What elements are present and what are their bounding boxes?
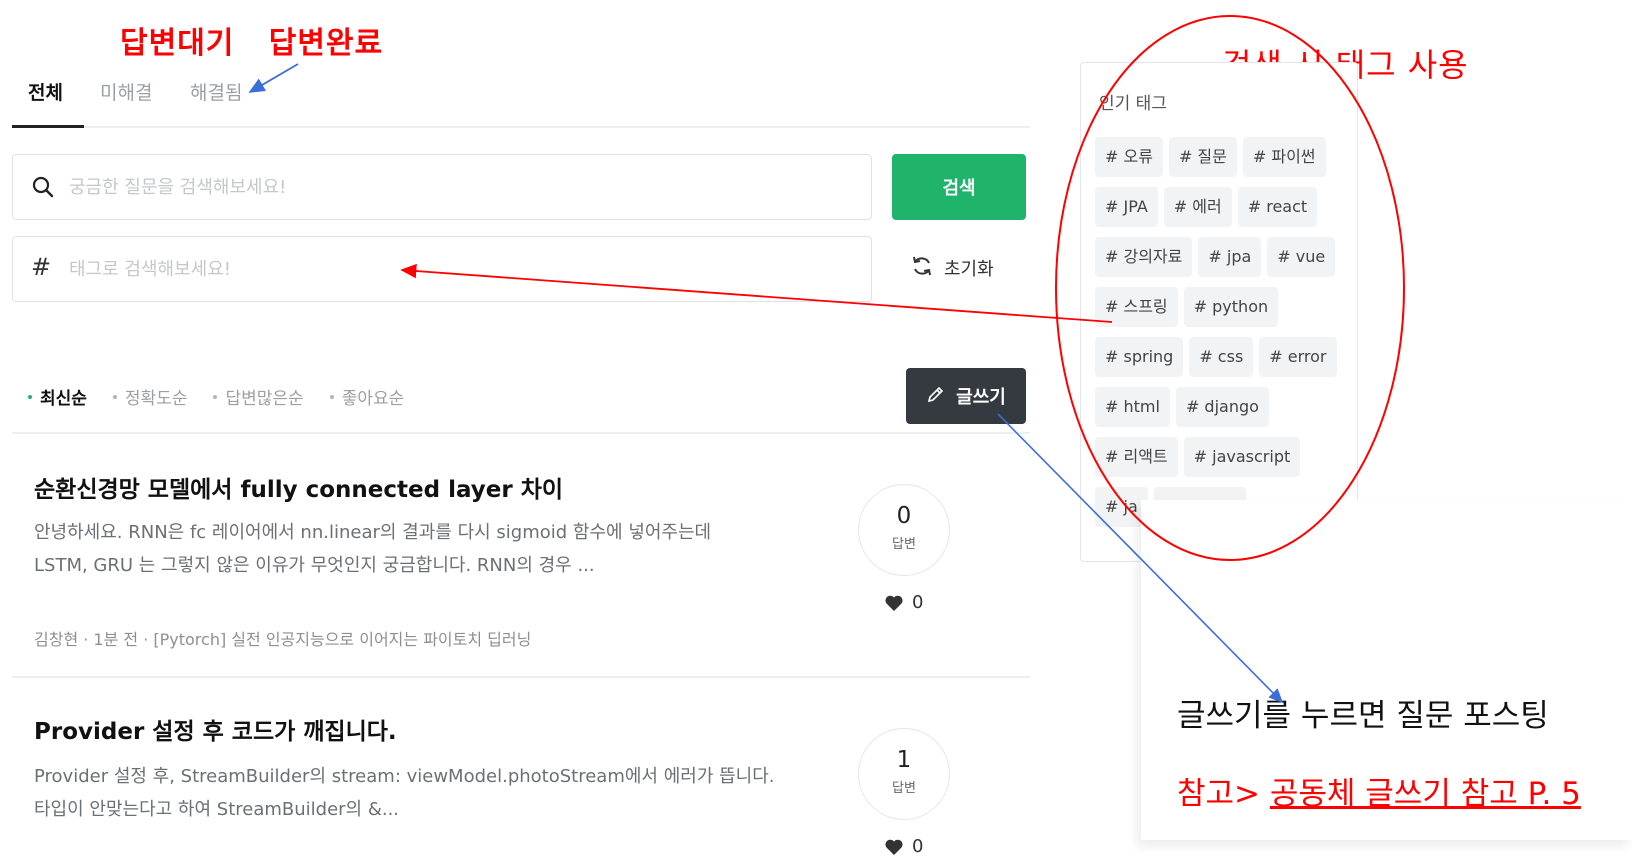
answer-label: 답변 xyxy=(892,537,916,552)
tag-search-input[interactable] xyxy=(69,251,829,287)
heart-icon xyxy=(885,839,903,855)
tag-chip[interactable]: # 질문 xyxy=(1168,137,1237,177)
popular-tags-title: 인기 태그 xyxy=(1099,94,1167,114)
callout-reference: 참고> 공동체 글쓰기 참고 P. 5 xyxy=(1177,768,1581,813)
active-tab-indicator xyxy=(12,125,84,128)
tag-chip[interactable]: # 에러 xyxy=(1163,187,1232,227)
hash-icon: # xyxy=(31,253,52,281)
bullet-dot xyxy=(112,394,117,399)
like-number: 0 xyxy=(912,836,924,857)
question-title[interactable]: 순환신경망 모델에서 fully connected layer 차이 xyxy=(34,470,563,504)
reset-button[interactable]: 초기화 xyxy=(910,252,994,284)
like-number: 0 xyxy=(912,592,924,613)
sort-accuracy[interactable]: 정확도순 xyxy=(112,384,188,409)
like-count: 0 xyxy=(884,836,923,857)
tag-chip[interactable]: # ja xyxy=(1095,487,1148,527)
question-meta: 김창현 · 1분 전 · [Pytorch] 실전 인공지능으로 이어지는 파이… xyxy=(34,630,532,649)
sort-latest[interactable]: 최신순 xyxy=(28,384,87,409)
search-icon xyxy=(31,173,57,201)
list-divider xyxy=(12,432,1030,434)
tag-chip[interactable]: # react xyxy=(1237,187,1318,227)
callout-text: 글쓰기를 누르면 질문 포스팅 xyxy=(1177,698,1549,734)
tag-chip[interactable]: # 강의자료 xyxy=(1095,237,1193,277)
tag-chip[interactable]: # django xyxy=(1175,387,1269,427)
reference-link[interactable]: 공동체 글쓰기 참고 P. 5 xyxy=(1270,776,1581,812)
tag-search-field: # xyxy=(12,236,872,302)
tag-chip[interactable]: # python xyxy=(1183,287,1279,327)
write-button[interactable]: 글쓰기 xyxy=(906,368,1026,424)
excerpt-line: 안녕하세요. RNN은 fc 레이어에서 nn.linear의 결과를 다시 s… xyxy=(34,522,712,543)
answer-count: 0 xyxy=(896,503,912,529)
question-title[interactable]: Provider 설정 후 코드가 깨집니다. xyxy=(34,712,397,746)
excerpt-line: Provider 설정 후, StreamBuilder의 stream: vi… xyxy=(34,766,775,787)
sort-most-likes[interactable]: 좋아요순 xyxy=(329,384,405,409)
sort-options: 최신순 정확도순 답변많은순 좋아요순 xyxy=(28,384,404,409)
tag-chip[interactable]: # 파이썬 xyxy=(1242,137,1326,177)
tag-chip[interactable]: # javascript xyxy=(1183,437,1301,477)
tag-chip[interactable]: # html xyxy=(1095,387,1170,427)
tab-resolved[interactable]: 해결됨 xyxy=(190,78,242,105)
status-tabs: 전체 미해결 해결됨 xyxy=(12,72,1030,128)
bullet-dot xyxy=(28,394,32,399)
answer-count-badge: 0 답변 xyxy=(858,484,950,576)
tag-list: # 오류 # 질문 # 파이썬 # JPA # 에러 # react # 강의자… xyxy=(1095,137,1345,527)
reference-prefix: 참고> xyxy=(1177,776,1270,812)
tab-unresolved[interactable]: 미해결 xyxy=(100,78,152,105)
question-excerpt: Provider 설정 후, StreamBuilder의 stream: vi… xyxy=(34,760,814,826)
search-button[interactable]: 검색 xyxy=(892,154,1026,220)
reset-label: 초기화 xyxy=(944,259,994,280)
tag-chip[interactable]: # 스프링 xyxy=(1095,287,1178,327)
sort-label: 최신순 xyxy=(40,389,87,409)
tag-chip[interactable]: # error xyxy=(1259,337,1337,377)
sort-most-answers[interactable]: 답변많은순 xyxy=(213,384,304,409)
tag-chip[interactable]: # vue xyxy=(1267,237,1336,277)
sort-label: 정확도순 xyxy=(124,389,188,409)
bullet-dot xyxy=(213,394,218,399)
write-label: 글쓰기 xyxy=(956,387,1006,408)
tag-chip[interactable]: # jpa xyxy=(1198,237,1262,277)
question-search-input[interactable] xyxy=(69,169,829,205)
pencil-icon xyxy=(926,384,946,409)
status-annotation: 답변대기 답변완료 xyxy=(120,26,384,61)
tag-chip[interactable]: # 오류 xyxy=(1095,137,1163,177)
answer-label: 답변 xyxy=(892,781,916,796)
tag-chip[interactable]: # JPA xyxy=(1095,187,1158,227)
write-callout: 글쓰기를 누르면 질문 포스팅 참고> 공동체 글쓰기 참고 P. 5 xyxy=(1141,500,1632,840)
list-divider xyxy=(12,676,1030,678)
question-excerpt: 안녕하세요. RNN은 fc 레이어에서 nn.linear의 결과를 다시 s… xyxy=(34,516,814,582)
heart-icon xyxy=(885,595,903,611)
tab-all[interactable]: 전체 xyxy=(28,78,63,105)
tag-chip[interactable]: # 리액트 xyxy=(1095,437,1178,477)
question-search-field xyxy=(12,154,872,220)
bullet-dot xyxy=(329,394,334,399)
tag-chip[interactable]: # css xyxy=(1189,337,1254,377)
excerpt-line: 타입이 안맞는다고 하여 StreamBuilder의 &... xyxy=(34,799,400,820)
answer-count: 1 xyxy=(896,747,912,773)
sort-label: 답변많은순 xyxy=(225,389,304,409)
tag-chip[interactable]: # spring xyxy=(1095,337,1184,377)
refresh-icon xyxy=(910,254,934,283)
sort-label: 좋아요순 xyxy=(341,389,405,409)
answer-count-badge: 1 답변 xyxy=(858,728,950,820)
popular-tags-panel: 인기 태그 # 오류 # 질문 # 파이썬 # JPA # 에러 # react… xyxy=(1080,62,1358,562)
like-count: 0 xyxy=(884,592,923,613)
excerpt-line: LSTM, GRU 는 그렇지 않은 이유가 무엇인지 궁금합니다. RNN의 … xyxy=(34,555,595,576)
